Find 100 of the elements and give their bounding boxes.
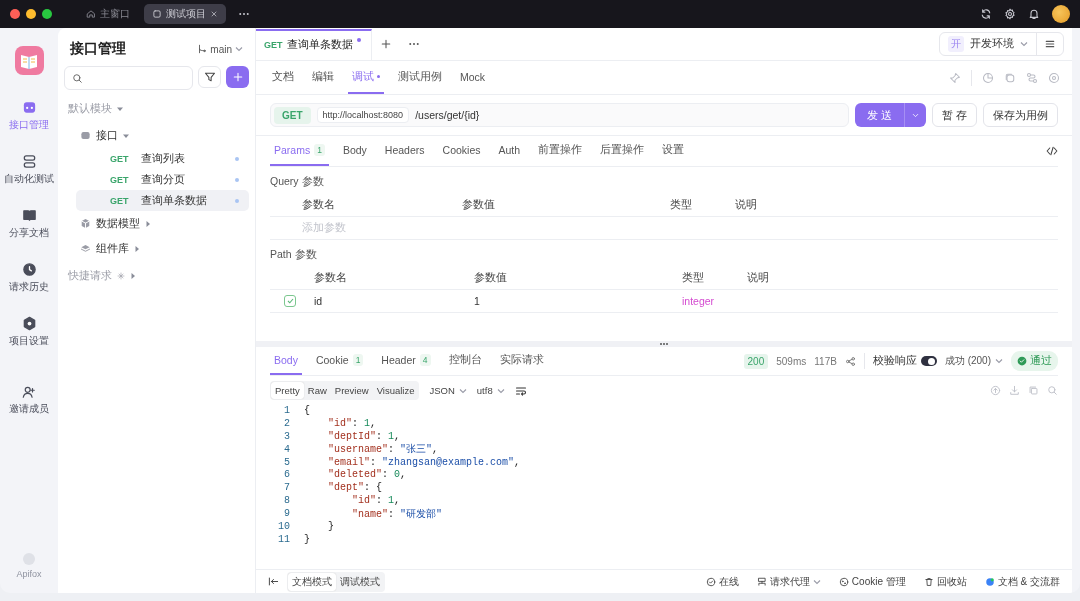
window-tab[interactable]: 测试项目: [144, 4, 226, 24]
validate-toggle[interactable]: [920, 356, 937, 366]
tree-folder-item[interactable]: 接口: [76, 125, 249, 146]
invite-members-item[interactable]: 邀请成员: [9, 373, 49, 427]
response-tab[interactable]: Body: [270, 347, 302, 375]
status-bar-item[interactable]: 请求代理: [756, 574, 821, 589]
status-bar-item[interactable]: 文档 & 交流群: [984, 574, 1060, 589]
response-tab[interactable]: 实际请求: [495, 347, 548, 375]
bell-icon[interactable]: [1028, 8, 1040, 20]
line-number: 10: [277, 520, 290, 532]
status-bar-item[interactable]: 回收站: [923, 574, 967, 589]
view-mode-tab[interactable]: Pretty: [271, 382, 304, 399]
endpoint-item[interactable]: GET 查询单条数据: [76, 190, 249, 211]
request-tab[interactable]: Body: [338, 136, 371, 166]
section-title: Path 参数: [270, 247, 318, 262]
code-line: {: [304, 404, 310, 416]
column-header: 说明: [747, 271, 770, 285]
collapse-left-icon[interactable]: [268, 576, 279, 587]
url-field[interactable]: GET http://localhost:8080 /users/get/{id}: [270, 103, 849, 127]
add-button[interactable]: [226, 66, 249, 88]
close-icon[interactable]: [210, 10, 218, 18]
chevron-down-icon: [496, 387, 505, 394]
view-tab[interactable]: 测试用例: [394, 61, 446, 94]
response-tab[interactable]: Cookie 1: [311, 347, 368, 375]
request-tab[interactable]: 前置操作: [534, 136, 587, 166]
search-field[interactable]: [64, 66, 193, 90]
view-tab[interactable]: 文档: [268, 61, 298, 94]
caret-icon[interactable]: [117, 105, 123, 112]
check-circle-icon: [705, 576, 716, 587]
column-header: 说明: [735, 198, 758, 212]
view-tab[interactable]: Mock: [456, 61, 490, 94]
save-draft-button[interactable]: 暂 存: [931, 103, 977, 127]
code-line: "dept": {: [327, 482, 383, 494]
chevron-down-icon: [1020, 41, 1028, 47]
expectation-selector[interactable]: 成功 (200): [944, 354, 1003, 368]
code-line: "deleted": 0,: [327, 469, 407, 481]
mode-tab[interactable]: 文档模式: [288, 572, 336, 591]
view-tab[interactable]: 编辑: [308, 61, 338, 94]
chart-icon[interactable]: [982, 71, 994, 84]
copy-icon[interactable]: [1004, 71, 1016, 84]
column-header: 参数值: [474, 271, 508, 285]
request-tab[interactable]: Cookies: [438, 136, 485, 166]
rail-nav-item[interactable]: 接口管理: [9, 89, 49, 143]
tree-folder-item[interactable]: 数据模型: [76, 213, 249, 234]
code-icon[interactable]: [1046, 145, 1058, 157]
plus-icon[interactable]: [379, 38, 392, 50]
filter-button[interactable]: [198, 66, 221, 88]
mode-tab[interactable]: 调试模式: [336, 572, 384, 591]
layers-icon: [80, 243, 91, 254]
view-mode-tab[interactable]: Visualize: [372, 382, 419, 399]
format-selector[interactable]: JSON: [429, 385, 467, 396]
endpoint-item[interactable]: GET 查询分页: [76, 169, 249, 190]
rail-nav-item[interactable]: 分享文档: [9, 197, 49, 251]
close-window-button[interactable]: [10, 9, 20, 19]
refresh-icon[interactable]: [980, 8, 992, 20]
avatar[interactable]: [1052, 5, 1070, 23]
request-tab[interactable]: 设置: [658, 136, 689, 166]
view-mode-tab[interactable]: Raw: [303, 382, 331, 399]
clock-icon: [21, 262, 37, 277]
menu-icon[interactable]: [1044, 38, 1056, 50]
api-icon: [21, 100, 37, 115]
caret-icon[interactable]: [145, 220, 151, 227]
window-tab[interactable]: 主窗口: [78, 4, 138, 24]
view-mode-tab[interactable]: Preview: [330, 382, 373, 399]
view-tab[interactable]: 调试: [348, 61, 384, 94]
wrap-icon[interactable]: [514, 384, 527, 397]
request-tab[interactable]: 后置操作: [596, 136, 649, 166]
response-tab[interactable]: 控制台: [444, 347, 486, 375]
column-header: 类型: [670, 198, 693, 212]
chevron-down-icon: [235, 46, 243, 52]
rail-nav-item[interactable]: 请求历史: [9, 251, 49, 305]
caret-icon[interactable]: [130, 272, 136, 279]
request-tab[interactable]: Headers: [380, 136, 429, 166]
table-cell-text: id: [314, 295, 324, 307]
pin-icon[interactable]: [949, 71, 961, 84]
line-number: 7: [283, 482, 290, 494]
tree-folder-item[interactable]: 组件库: [76, 238, 249, 259]
rail-nav-item[interactable]: 项目设置: [9, 305, 49, 359]
code-line: "id": 1,: [327, 417, 377, 429]
save-as-case-button[interactable]: 保存为用例: [983, 103, 1058, 127]
column-header: 参数名: [302, 198, 336, 212]
maximize-window-button[interactable]: [42, 9, 52, 19]
request-tab[interactable]: Auth: [494, 136, 525, 166]
rail-nav-item[interactable]: 自动化测试: [4, 143, 54, 197]
drag-handle-icon[interactable]: [658, 341, 670, 347]
plus-icon: [231, 71, 244, 83]
checkbox[interactable]: [284, 295, 296, 307]
request-tab[interactable]: Params 1: [270, 136, 329, 166]
caret-icon[interactable]: [123, 132, 129, 139]
minimize-window-button[interactable]: [26, 9, 36, 19]
endpoint-item[interactable]: GET 查询列表: [76, 148, 249, 169]
encoding-selector[interactable]: utf8: [476, 385, 505, 396]
column-header: 类型: [682, 271, 705, 285]
branch-selector[interactable]: main: [197, 43, 243, 55]
editor-tab[interactable]: GET 查询单条数据: [256, 28, 372, 60]
share-icon[interactable]: [844, 355, 856, 367]
status-bar-item[interactable]: 在线: [705, 574, 739, 589]
response-tab[interactable]: Header 4: [377, 347, 435, 375]
status-bar-item[interactable]: Cookie 管理: [838, 574, 906, 589]
caret-icon[interactable]: [134, 245, 140, 252]
